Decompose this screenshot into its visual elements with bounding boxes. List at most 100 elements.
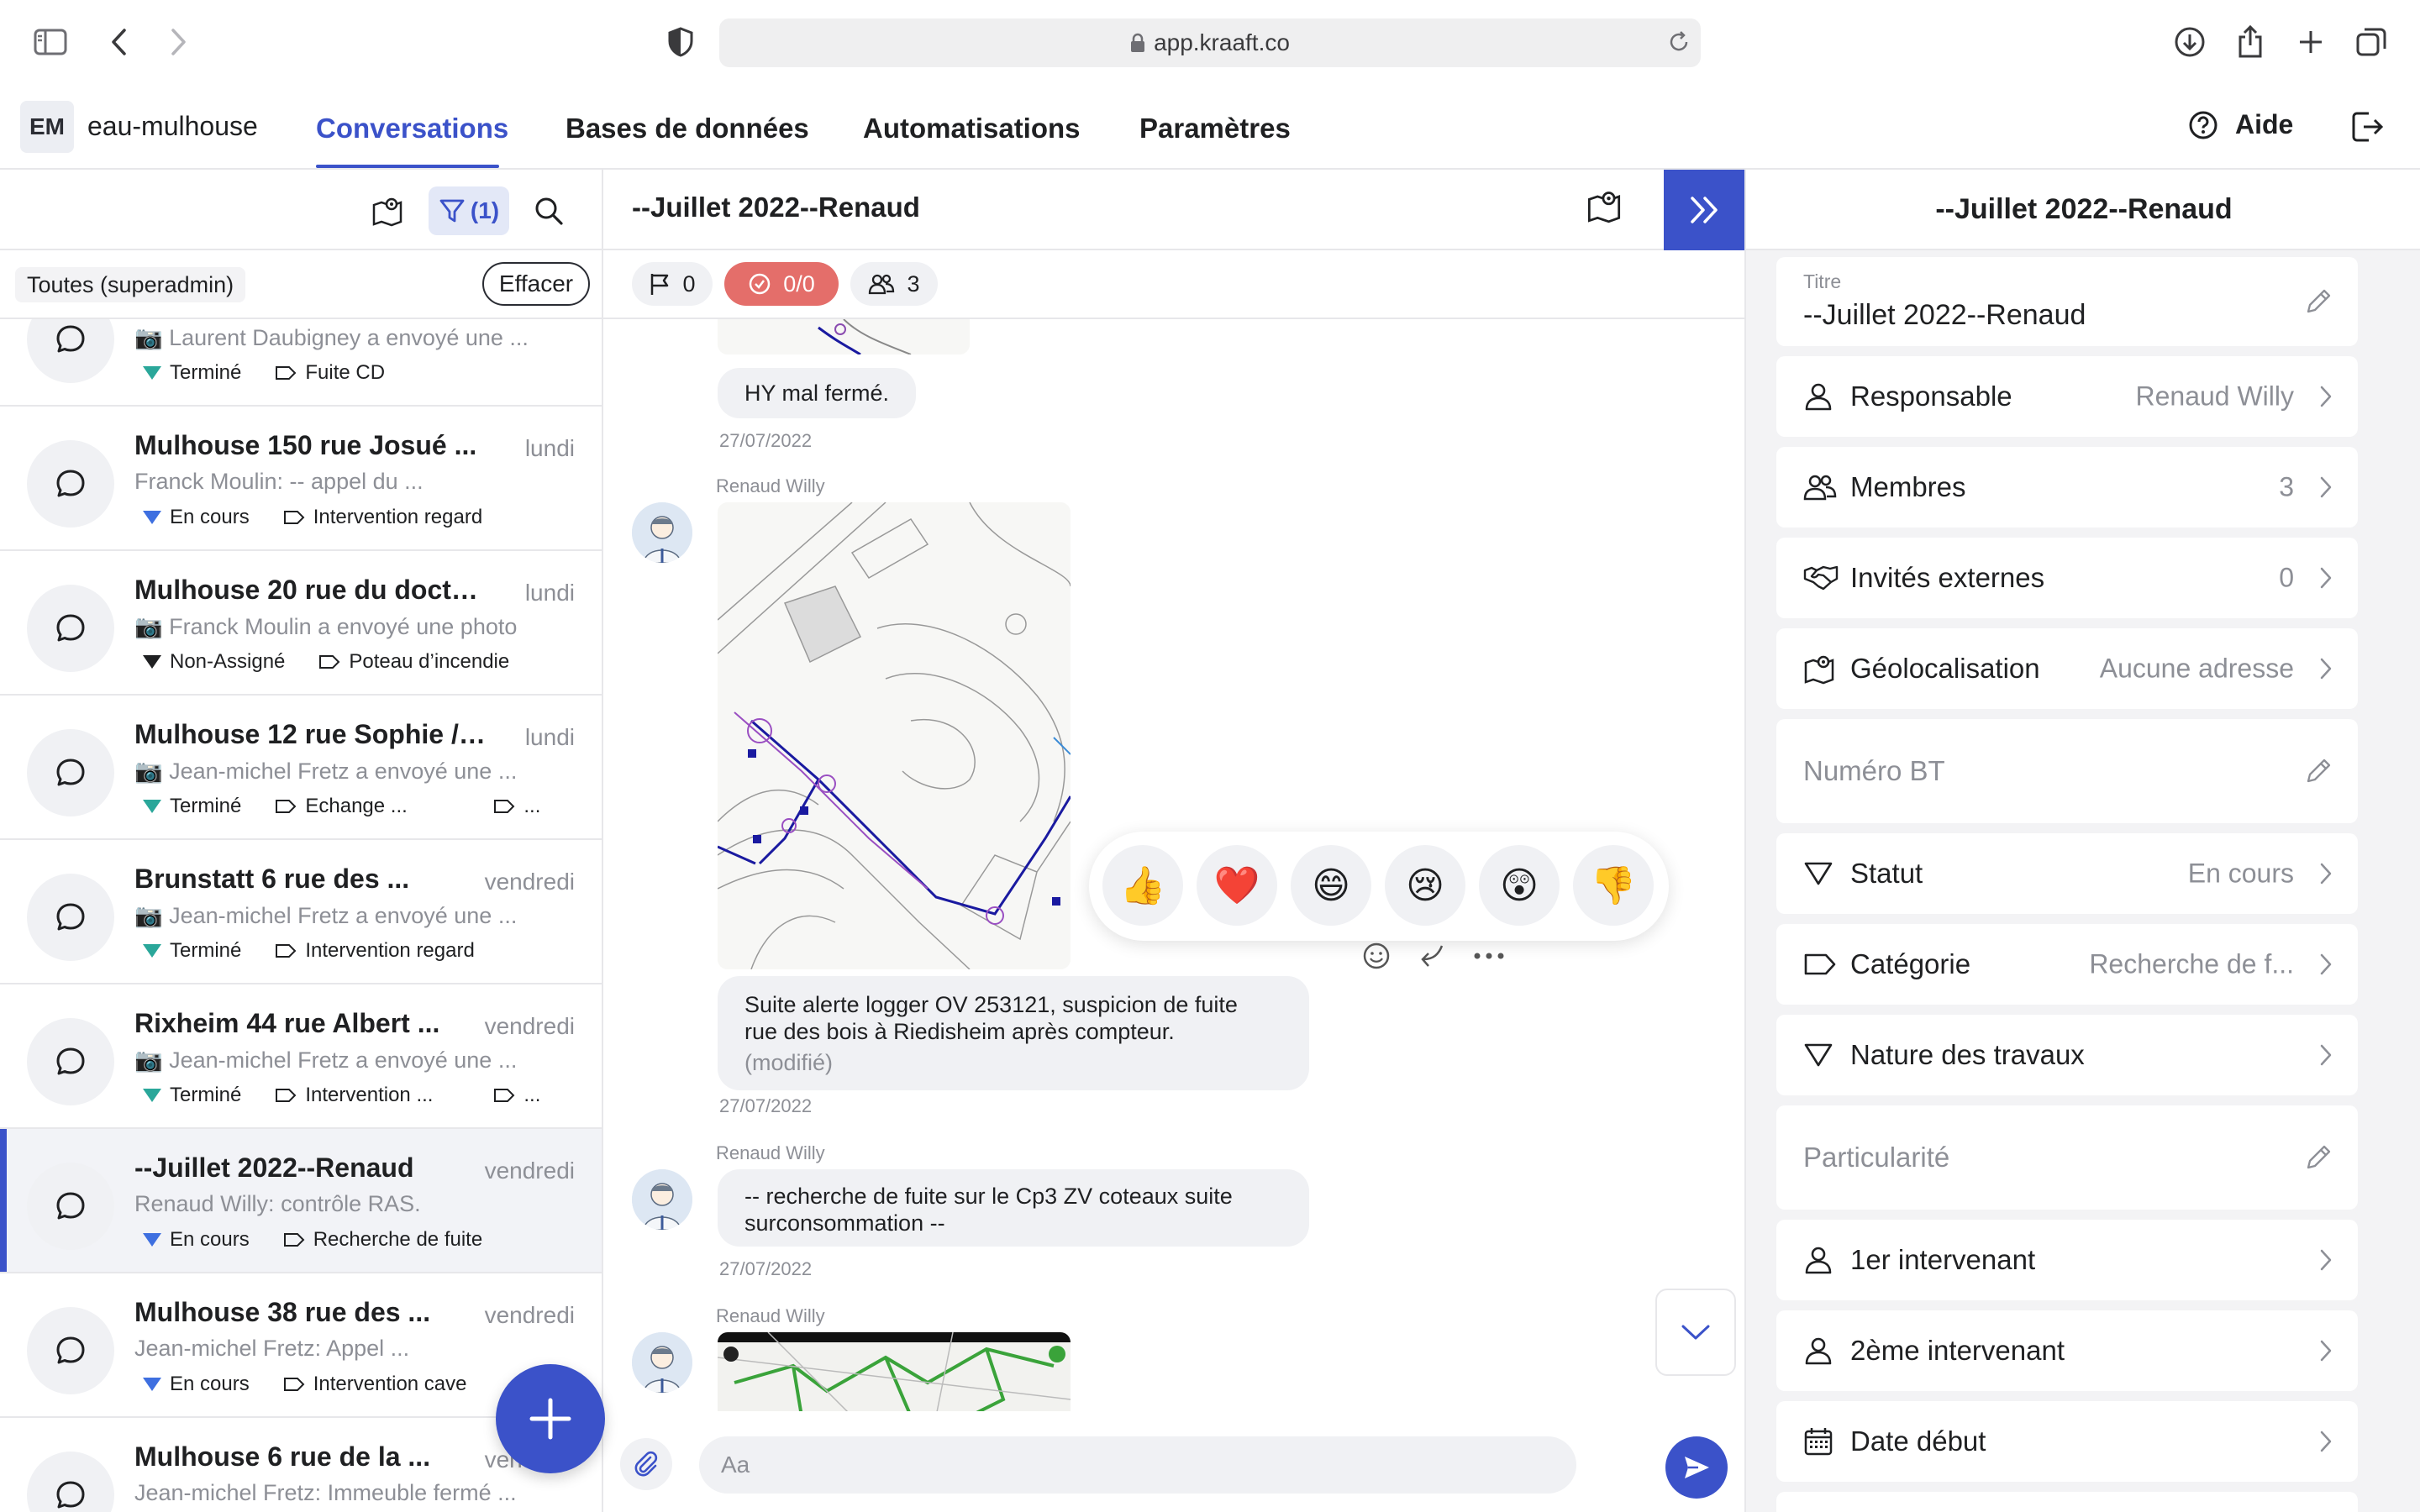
responsable-field[interactable]: Responsable Renaud Willy [1776, 356, 2358, 437]
statut-field[interactable]: Statut En cours [1776, 833, 2358, 914]
pencil-icon[interactable] [2304, 1143, 2333, 1172]
deuxieme-intervenant-field[interactable]: 2ème intervenant [1776, 1310, 2358, 1391]
reaction-thumbs-down[interactable]: 👎 [1573, 845, 1654, 926]
message-bubble[interactable]: -- recherche de fuite sur le Cp3 ZV cote… [718, 1169, 1309, 1247]
numero-bt-field[interactable]: Numéro BT [1776, 719, 2358, 823]
title-field[interactable]: Titre --Juillet 2022--Renaud [1776, 257, 2358, 346]
tab-parametres[interactable]: Paramètres [1139, 113, 1291, 144]
workspace-badge[interactable]: EM [20, 101, 74, 153]
status-triangle-icon [143, 655, 161, 669]
message-photo[interactable] [718, 1332, 1071, 1411]
list-item[interactable]: 📷 Laurent Daubigney a envoyé une ... Ter… [0, 319, 602, 407]
back-icon[interactable] [99, 22, 139, 62]
reload-icon[interactable] [1659, 22, 1699, 62]
message-bubble[interactable]: Suite alerte logger OV 253121, suspicion… [718, 976, 1309, 1090]
search-icon[interactable] [528, 186, 570, 235]
triangle-down-icon [1803, 1042, 1833, 1068]
field-value: 3 [2279, 471, 2294, 502]
logout-icon[interactable] [2346, 106, 2388, 148]
status-badge: Terminé [143, 939, 241, 963]
message-input[interactable] [699, 1436, 1576, 1494]
title-value: --Juillet 2022--Renaud [1803, 299, 2086, 331]
share-icon[interactable] [2230, 22, 2270, 62]
clear-filter-button[interactable]: Effacer [482, 262, 590, 306]
workspace-name[interactable]: eau-mulhouse [87, 111, 258, 142]
members-chip[interactable]: 3 [850, 262, 938, 306]
users-icon [869, 274, 895, 295]
reaction-thumbs-up[interactable]: 👍 [1102, 845, 1183, 926]
active-filter-chip[interactable]: Toutes (superadmin) [15, 267, 246, 302]
collapse-details-button[interactable] [1664, 170, 1744, 250]
nature-des-travaux-field[interactable]: Nature des travaux [1776, 1015, 2358, 1095]
category-tag: Intervention regard [275, 939, 475, 963]
categorie-field[interactable]: Catégorie Recherche de f... [1776, 924, 2358, 1005]
address-bar[interactable]: app.kraaft.co [719, 18, 1701, 67]
avatar[interactable] [632, 502, 692, 563]
list-item[interactable]: Mulhouse 150 rue Josué ... lundi Franck … [0, 407, 602, 551]
invites-externes-field[interactable]: Invités externes 0 [1776, 538, 2358, 618]
reaction-cry[interactable]: 😢 [1385, 845, 1465, 926]
conversation-date: vendredi [484, 1302, 575, 1328]
reaction-grin[interactable]: 😄 [1291, 845, 1371, 926]
check-circle-icon [749, 273, 771, 295]
tab-bases-de-donnees[interactable]: Bases de données [566, 113, 809, 144]
list-item[interactable]: Mulhouse 12 rue Sophie / ... lundi 📷 Jea… [0, 696, 602, 840]
date-fin-field[interactable] [1776, 1492, 2358, 1512]
forward-icon[interactable] [158, 22, 198, 62]
premier-intervenant-field[interactable]: 1er intervenant [1776, 1220, 2358, 1300]
conversation-title: Mulhouse 6 rue de la ... [134, 1441, 431, 1472]
attach-button[interactable] [620, 1438, 672, 1490]
date-debut-field[interactable]: Date début [1776, 1401, 2358, 1482]
list-item-selected[interactable]: --Juillet 2022--Renaud vendredi Renaud W… [0, 1129, 602, 1273]
map-pin-icon[interactable] [1586, 188, 1622, 223]
reaction-heart[interactable]: ❤️ [1197, 845, 1277, 926]
conversation-list: 📷 Laurent Daubigney a envoyé une ... Ter… [0, 319, 602, 1512]
flags-chip[interactable]: 0 [632, 262, 713, 306]
status-triangle-icon [143, 511, 161, 524]
message-bubble[interactable]: HY mal fermé. [718, 368, 917, 418]
tab-conversations[interactable]: Conversations [316, 113, 508, 144]
field-label: Nature des travaux [1850, 1039, 2085, 1070]
pencil-icon[interactable] [2304, 287, 2333, 316]
conversation-preview: 📷 Jean-michel Fretz a envoyé une ... [134, 759, 518, 784]
downloads-icon[interactable] [2170, 22, 2210, 62]
tab-overview-icon[interactable] [2351, 22, 2391, 62]
new-conversation-button[interactable] [496, 1364, 605, 1473]
privacy-shield-icon[interactable] [660, 22, 701, 62]
avatar[interactable] [632, 1332, 692, 1393]
send-button[interactable] [1665, 1436, 1728, 1499]
tab-automatisations[interactable]: Automatisations [863, 113, 1081, 144]
geolocalisation-field[interactable]: Géolocalisation Aucune adresse [1776, 628, 2358, 709]
conversation-avatar [27, 1452, 114, 1512]
list-item[interactable]: Mulhouse 20 rue du docte... lundi 📷 Fran… [0, 551, 602, 696]
reply-icon[interactable] [1417, 941, 1447, 971]
scroll-to-bottom-button[interactable] [1655, 1289, 1736, 1376]
message-photo[interactable] [718, 502, 1071, 969]
particularite-field[interactable]: Particularité [1776, 1105, 2358, 1210]
tag-icon [276, 800, 297, 813]
category-tag: Echange ... [275, 795, 460, 818]
more-options-icon[interactable] [1472, 951, 1506, 961]
sidebar-toggle-icon[interactable] [30, 22, 71, 62]
message-photo[interactable] [718, 319, 970, 354]
add-reaction-icon[interactable] [1361, 941, 1392, 971]
conversation-preview: Jean-michel Fretz: Immeuble fermé ... [134, 1480, 517, 1505]
list-item[interactable]: Rixheim 44 rue Albert ... vendredi 📷 Jea… [0, 984, 602, 1129]
list-item[interactable]: Brunstatt 6 rue des ... vendredi 📷 Jean-… [0, 840, 602, 984]
new-tab-icon[interactable] [2291, 22, 2331, 62]
help-button[interactable]: Aide [2188, 109, 2293, 140]
conversation-preview: 📷 Jean-michel Fretz a envoyé une ... [134, 903, 518, 928]
avatar[interactable] [632, 1169, 692, 1230]
membres-field[interactable]: Membres 3 [1776, 447, 2358, 528]
tasks-chip[interactable]: 0/0 [724, 262, 839, 306]
reaction-surprised[interactable]: 😲 [1479, 845, 1560, 926]
chat-bubble-icon [56, 1336, 85, 1364]
chat-bubble-icon [56, 1481, 85, 1509]
chevron-right-icon [2319, 385, 2333, 408]
handshake-icon [1803, 564, 1839, 592]
chat-bubble-icon [56, 470, 85, 497]
pencil-icon[interactable] [2304, 757, 2333, 785]
map-pin-icon[interactable] [366, 186, 408, 235]
conversation-avatar [27, 319, 114, 383]
filter-button[interactable]: (1) [429, 186, 509, 235]
